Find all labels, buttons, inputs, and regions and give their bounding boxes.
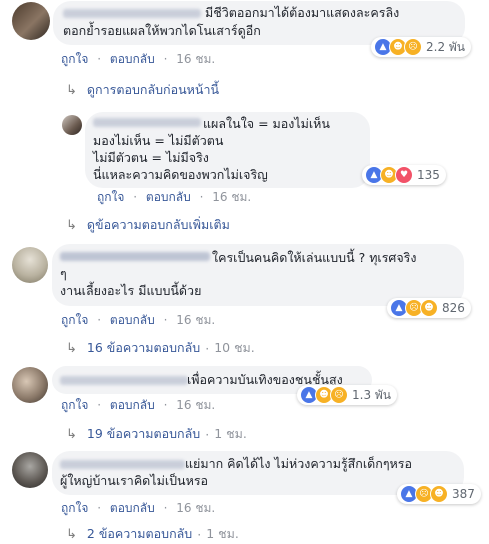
reply-link[interactable]: ตอบกลับ (110, 52, 155, 66)
timestamp[interactable]: 16 ชม. (212, 190, 251, 204)
reply-link[interactable]: ตอบกลับ (110, 501, 155, 515)
reply-link[interactable]: ตอบกลับ (110, 398, 155, 412)
separator: · (97, 52, 102, 66)
reply-arrow-icon: ↳ (66, 217, 77, 233)
reply-arrow-icon: ↳ (66, 340, 77, 356)
like-link[interactable]: ถูกใจ (61, 398, 88, 412)
reaction-count: 826 (442, 301, 465, 315)
comment-text: ใครเป็นคนคิดให้เล่นแบบนี้ ? ทุเรศจริง (212, 250, 417, 265)
reaction-count: 387 (452, 487, 475, 501)
reply-time: 10 ชม. (214, 340, 255, 355)
commenter-name[interactable] (93, 118, 201, 127)
separator: · (205, 340, 210, 356)
view-replies-link[interactable]: ↳ 16 ข้อความตอบกลับ · 10 ชม. (66, 338, 255, 358)
view-previous-replies-label: ดูการตอบกลับก่อนหน้านี้ (86, 82, 220, 97)
love-icon: ♥ (395, 166, 413, 184)
sad-icon: ☹ (404, 38, 422, 56)
reply-count-label: 16 ข้อความตอบกลับ (86, 340, 201, 355)
reaction-summary[interactable]: ▲ ☹ ☻ 387 (397, 484, 481, 504)
reply-count-label: 19 ข้อความตอบกลับ (86, 426, 201, 441)
reaction-count: 1.3 พัน (352, 387, 392, 402)
comment-bubble: แผลในใจ = มองไม่เห็น มองไม่เห็น = ไม่มีต… (85, 112, 370, 188)
view-replies-link[interactable]: ↳ 2 ข้อความตอบกลับ · 1 ชม. (66, 524, 239, 544)
reply-arrow-icon: ↳ (66, 526, 77, 542)
comment-text: แผลในใจ = มองไม่เห็น (203, 116, 330, 131)
comment-text: งานเลี้ยงอะไร มีแบบนี้ด้วย (60, 283, 202, 298)
separator: · (133, 190, 138, 204)
view-more-replies[interactable]: ↳ ดูข้อความตอบกลับเพิ่มเติม (66, 215, 230, 235)
comment-text: ไม่มีตัวตน = ไม่มีจริง (93, 150, 209, 165)
separator: · (163, 398, 168, 412)
view-previous-replies[interactable]: ↳ ดูการตอบกลับก่อนหน้านี้ (66, 80, 219, 100)
reply-time: 1 ชม. (206, 526, 239, 541)
sad-icon: ☹ (330, 386, 348, 404)
separator: · (97, 501, 102, 515)
comment-text: แย่มาก คิดได้ไง ไม่ห่วงความรู้สึกเด็กๆหร… (185, 456, 413, 471)
reaction-summary[interactable]: ▲ ☻ ☹ 2.2 พัน (371, 37, 472, 57)
comment-actions: ถูกใจ · ตอบกลับ · 16 ชม. (97, 188, 251, 207)
timestamp[interactable]: 16 ชม. (176, 501, 215, 515)
reply-time: 1 ชม. (214, 426, 247, 441)
separator: · (205, 426, 210, 442)
avatar[interactable] (12, 2, 50, 40)
reaction-summary[interactable]: ▲ ☻ ☹ 1.3 พัน (297, 385, 398, 405)
avatar[interactable] (12, 247, 48, 283)
reply-link[interactable]: ตอบกลับ (110, 313, 155, 327)
timestamp[interactable]: 16 ชม. (176, 52, 215, 66)
comment-actions: ถูกใจ · ตอบกลับ · 16 ชม. (61, 396, 215, 415)
comment-text: ๆ (60, 266, 67, 281)
separator: · (163, 313, 168, 327)
commenter-name[interactable] (60, 252, 210, 261)
comment-actions: ถูกใจ · ตอบกลับ · 16 ชม. (61, 499, 215, 518)
like-link[interactable]: ถูกใจ (61, 52, 88, 66)
reply-count-label: 2 ข้อความตอบกลับ (86, 526, 193, 541)
comment-actions: ถูกใจ · ตอบกลับ · 16 ชม. (61, 311, 215, 330)
avatar[interactable] (62, 115, 82, 135)
separator: · (163, 52, 168, 66)
like-link[interactable]: ถูกใจ (61, 313, 88, 327)
like-link[interactable]: ถูกใจ (97, 190, 124, 204)
separator: · (197, 526, 202, 542)
separator: · (97, 398, 102, 412)
comment-bubble: ใครเป็นคนคิดให้เล่นแบบนี้ ? ทุเรศจริง ๆ … (52, 244, 464, 306)
reply-arrow-icon: ↳ (66, 82, 77, 98)
separator: · (199, 190, 204, 204)
reaction-summary[interactable]: ▲ ☻ ♥ 135 (362, 165, 446, 185)
commenter-name[interactable] (63, 9, 201, 18)
commenter-name[interactable] (60, 376, 188, 385)
comment-text: ตอกย้ำรอยแผลให้พวกไดโนเสาร์ดูอีก (63, 23, 261, 38)
comment-text: มองไม่เห็น = ไม่มีตัวตน (93, 133, 224, 148)
reply-arrow-icon: ↳ (66, 426, 77, 442)
separator: · (163, 501, 168, 515)
comment-actions: ถูกใจ · ตอบกลับ · 16 ชม. (61, 50, 215, 69)
timestamp[interactable]: 16 ชม. (176, 398, 215, 412)
avatar[interactable] (12, 367, 48, 403)
view-more-replies-label: ดูข้อความตอบกลับเพิ่มเติม (86, 217, 230, 232)
reply-link[interactable]: ตอบกลับ (146, 190, 191, 204)
reaction-summary[interactable]: ▲ ☹ ☻ 826 (387, 298, 471, 318)
like-link[interactable]: ถูกใจ (61, 501, 88, 515)
timestamp[interactable]: 16 ชม. (176, 313, 215, 327)
reaction-count: 135 (417, 168, 440, 182)
view-replies-link[interactable]: ↳ 19 ข้อความตอบกลับ · 1 ชม. (66, 424, 247, 444)
separator: · (97, 313, 102, 327)
commenter-name[interactable] (60, 460, 185, 469)
comment-text: นี่แหละความคิดของพวกไม่เจริญ (93, 167, 268, 182)
comment-text: ผู้ใหญ่บ้านเราคิดไม่เป็นหรอ (60, 473, 209, 488)
reaction-count: 2.2 พัน (426, 39, 466, 54)
haha-icon: ☻ (430, 485, 448, 503)
haha-icon: ☻ (420, 299, 438, 317)
comment-text: มีชีวิตออกมาได้ต้องมาแสดงละครลิง (205, 5, 400, 20)
avatar[interactable] (12, 452, 48, 488)
